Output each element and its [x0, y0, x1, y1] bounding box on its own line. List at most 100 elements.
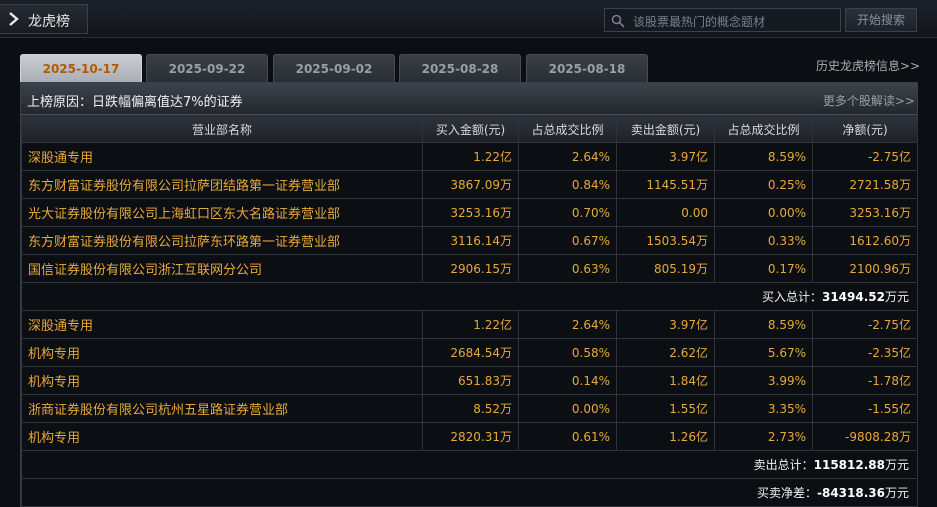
tab-date-0[interactable]: 2025-10-17 — [20, 54, 142, 82]
net-total-value: -84318.36 — [816, 486, 885, 500]
net-total-cell: 买卖净差：-84318.36万元 — [21, 478, 918, 507]
cell-sell-ratio: 8.59% — [714, 310, 813, 339]
more-analysis-link[interactable]: 更多个股解读>> — [823, 92, 915, 109]
table-row: 东方财富证券股份有限公司拉萨团结路第一证券营业部 3867.09万 0.84% 114… — [21, 170, 918, 199]
trade-table: 营业部名称 买入金额(元) 占总成交比例 卖出金额(元) 占总成交比例 净额(元… — [21, 115, 918, 507]
cell-buy-amount: 1.22亿 — [422, 142, 519, 171]
table-row: 光大证券股份有限公司上海虹口区东大名路证券营业部 3253.16万 0.70% 0.0… — [21, 198, 918, 227]
search-button[interactable]: 开始搜索 — [845, 8, 917, 32]
cell-net-amount: -2.35亿 — [812, 338, 918, 367]
table-row: 东方财富证券股份有限公司拉萨东环路第一证券营业部 3116.14万 0.67% 150… — [21, 226, 918, 255]
buy-total-cell: 买入总计：31494.52万元 — [21, 282, 918, 311]
title-box: 龙虎榜 — [0, 4, 88, 34]
page-title: 龙虎榜 — [28, 14, 70, 30]
cell-sell-ratio: 3.35% — [714, 394, 813, 423]
tab-date-3[interactable]: 2025-08-28 — [399, 54, 521, 82]
search-placeholder: 该股票最热门的概念题材 — [633, 15, 766, 29]
cell-branch-name[interactable]: 深股通专用 — [21, 310, 423, 339]
cell-buy-amount: 3116.14万 — [422, 226, 519, 255]
cell-buy-ratio: 0.14% — [518, 366, 617, 395]
cell-branch-name[interactable]: 机构专用 — [21, 422, 423, 451]
buy-total: 买入总计：31494.52万元 — [21, 282, 918, 311]
cell-sell-ratio: 0.33% — [714, 226, 813, 255]
cell-buy-ratio: 0.67% — [518, 226, 617, 255]
cell-sell-amount: 3.97亿 — [616, 310, 715, 339]
cell-net-amount: -1.55亿 — [812, 394, 918, 423]
cell-sell-ratio: 2.73% — [714, 422, 813, 451]
col-net-amount: 净额(元) — [812, 115, 918, 143]
net-total-unit: 万元 — [884, 486, 909, 500]
cell-buy-amount: 2684.54万 — [422, 338, 519, 367]
table-row: 国信证券股份有限公司浙江互联网分公司 2906.15万 0.63% 805.19万 0.… — [21, 254, 918, 283]
cell-net-amount: -9808.28万 — [812, 422, 918, 451]
search-input[interactable]: 该股票最热门的概念题材 — [604, 8, 841, 32]
table-header: 营业部名称 买入金额(元) 占总成交比例 卖出金额(元) 占总成交比例 净额(元… — [21, 115, 918, 143]
cell-buy-ratio: 0.00% — [518, 394, 617, 423]
cell-buy-ratio: 0.58% — [518, 338, 617, 367]
cell-buy-amount: 651.83万 — [422, 366, 519, 395]
cell-net-amount: -1.78亿 — [812, 366, 918, 395]
cell-sell-amount: 0.00 — [616, 198, 715, 227]
cell-branch-name[interactable]: 机构专用 — [21, 338, 423, 367]
cell-buy-ratio: 0.63% — [518, 254, 617, 283]
cell-branch-name[interactable]: 东方财富证券股份有限公司拉萨东环路第一证券营业部 — [21, 226, 423, 255]
cell-buy-ratio: 2.64% — [518, 310, 617, 339]
net-total: 买卖净差：-84318.36万元 — [21, 478, 918, 507]
reason-bar: 上榜原因：日跌幅偏离值达7%的证券 更多个股解读>> — [21, 83, 917, 115]
cell-sell-amount: 1.84亿 — [616, 366, 715, 395]
history-link[interactable]: 历史龙虎榜信息>> — [816, 57, 920, 74]
listing-reason: 上榜原因：日跌幅偏离值达7%的证券 — [27, 95, 243, 110]
table-row: 深股通专用 1.22亿 2.64% 3.97亿 8.59% -2.75亿 — [21, 310, 918, 339]
cell-sell-ratio: 0.00% — [714, 198, 813, 227]
col-buy-ratio: 占总成交比例 — [518, 115, 617, 143]
buy-total-value: 31494.52 — [821, 290, 885, 304]
cell-sell-ratio: 5.67% — [714, 338, 813, 367]
table-row: 机构专用 651.83万 0.14% 1.84亿 3.99% -1.78亿 — [21, 366, 918, 395]
cell-sell-amount: 1.26亿 — [616, 422, 715, 451]
cell-branch-name[interactable]: 机构专用 — [21, 366, 423, 395]
cell-branch-name[interactable]: 东方财富证券股份有限公司拉萨团结路第一证券营业部 — [21, 170, 423, 199]
sell-total-cell: 卖出总计：115812.88万元 — [21, 450, 918, 479]
header: 龙虎榜 该股票最热门的概念题材 开始搜索 — [0, 0, 937, 38]
cell-buy-amount: 2820.31万 — [422, 422, 519, 451]
cell-sell-ratio: 0.25% — [714, 170, 813, 199]
cell-branch-name[interactable]: 国信证券股份有限公司浙江互联网分公司 — [21, 254, 423, 283]
col-sell-amount: 卖出金额(元) — [616, 115, 715, 143]
tab-date-2[interactable]: 2025-09-02 — [273, 54, 395, 82]
cell-sell-amount: 1503.54万 — [616, 226, 715, 255]
cell-sell-amount: 3.97亿 — [616, 142, 715, 171]
cell-net-amount: 1612.60万 — [812, 226, 918, 255]
cell-net-amount: 3253.16万 — [812, 198, 918, 227]
net-total-label: 买卖净差： — [756, 486, 817, 500]
table-row: 机构专用 2820.31万 0.61% 1.26亿 2.73% -9808.28万 — [21, 422, 918, 451]
col-sell-ratio: 占总成交比例 — [714, 115, 813, 143]
buy-total-unit: 万元 — [884, 290, 909, 304]
cell-buy-ratio: 0.84% — [518, 170, 617, 199]
cell-branch-name[interactable]: 浙商证券股份有限公司杭州五星路证券营业部 — [21, 394, 423, 423]
cell-branch-name[interactable]: 深股通专用 — [21, 142, 423, 171]
cell-buy-amount: 3253.16万 — [422, 198, 519, 227]
tab-date-4[interactable]: 2025-08-18 — [526, 54, 648, 82]
cell-net-amount: 2721.58万 — [812, 170, 918, 199]
cell-net-amount: 2100.96万 — [812, 254, 918, 283]
table-row: 浙商证券股份有限公司杭州五星路证券营业部 8.52万 0.00% 1.55亿 3.35%… — [21, 394, 918, 423]
cell-buy-amount: 2906.15万 — [422, 254, 519, 283]
cell-sell-ratio: 3.99% — [714, 366, 813, 395]
chevron-right-icon — [9, 12, 19, 26]
cell-sell-amount: 1145.51万 — [616, 170, 715, 199]
cell-sell-ratio: 8.59% — [714, 142, 813, 171]
cell-sell-amount: 805.19万 — [616, 254, 715, 283]
sell-total-label: 卖出总计： — [753, 458, 814, 472]
cell-net-amount: -2.75亿 — [812, 142, 918, 171]
col-buy-amount: 买入金额(元) — [422, 115, 519, 143]
sell-total-value: 115812.88 — [813, 458, 885, 472]
cell-sell-amount: 1.55亿 — [616, 394, 715, 423]
cell-buy-ratio: 2.64% — [518, 142, 617, 171]
cell-branch-name[interactable]: 光大证券股份有限公司上海虹口区东大名路证券营业部 — [21, 198, 423, 227]
cell-buy-ratio: 0.61% — [518, 422, 617, 451]
col-branch-name: 营业部名称 — [21, 115, 423, 143]
search-icon — [611, 14, 625, 28]
table-row: 深股通专用 1.22亿 2.64% 3.97亿 8.59% -2.75亿 — [21, 142, 918, 171]
buy-total-label: 买入总计： — [761, 290, 822, 304]
tab-date-1[interactable]: 2025-09-22 — [146, 54, 268, 82]
